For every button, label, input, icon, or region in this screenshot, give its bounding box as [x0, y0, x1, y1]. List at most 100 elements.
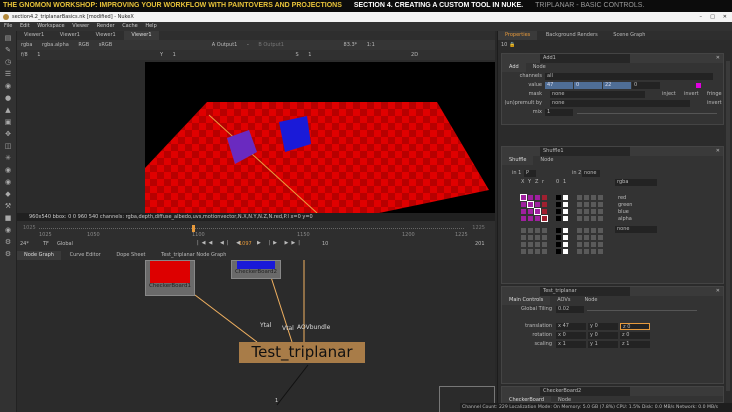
translation-y[interactable]: y 0 — [588, 323, 618, 330]
shuffle-cell[interactable] — [577, 249, 582, 254]
node-test-triplanar[interactable]: Test_triplanar — [239, 342, 365, 363]
properties-scrollbar[interactable] — [726, 61, 730, 391]
shuffle-cell[interactable] — [598, 228, 603, 233]
translation-x[interactable]: x 47 — [556, 323, 586, 330]
shuffle-cell[interactable] — [591, 202, 596, 207]
shuffle-cell[interactable] — [591, 235, 596, 240]
shuffle-cell[interactable] — [591, 195, 596, 200]
shuffle-cell[interactable] — [535, 195, 540, 200]
playhead[interactable] — [192, 225, 195, 232]
shuffle-cell[interactable] — [542, 235, 547, 240]
settings-tool-icon[interactable]: ⚙ — [3, 250, 14, 259]
furnace-tool-icon[interactable]: ◉ — [3, 226, 14, 235]
shuffle-cell[interactable] — [535, 228, 540, 233]
shuffle-cell[interactable] — [521, 228, 526, 233]
tf-select[interactable]: TF — [43, 241, 49, 247]
value-a[interactable]: 0 — [632, 82, 660, 89]
node-name-field[interactable]: Shuffle1 — [540, 147, 630, 156]
in1-select[interactable]: P — [524, 170, 536, 177]
menu-edit[interactable]: Edit — [20, 23, 30, 29]
inject-checkbox[interactable]: inject — [662, 90, 676, 99]
tab-node[interactable]: Node — [526, 63, 553, 72]
current-frame[interactable]: 1097 — [239, 241, 252, 247]
tab-viewer1-d[interactable]: Viewer1 — [124, 31, 159, 40]
close-panel-icon[interactable]: ✕ — [716, 287, 720, 296]
rotation-z[interactable]: z 0 — [620, 332, 650, 339]
shuffle-cell[interactable] — [598, 209, 603, 214]
tab-main-controls[interactable]: Main Controls — [502, 296, 551, 305]
close-panel-icon[interactable]: ✕ — [716, 54, 720, 63]
shuffle-cell[interactable] — [598, 202, 603, 207]
tab-properties[interactable]: Properties — [498, 31, 538, 40]
shuffle-cell[interactable] — [521, 235, 526, 240]
shuffle-cell[interactable] — [591, 242, 596, 247]
in2-select[interactable]: none — [582, 170, 600, 177]
lock-icon[interactable]: 🔒 — [509, 42, 515, 48]
display-select[interactable]: RGB — [78, 42, 89, 48]
viewer-canvas[interactable] — [17, 60, 495, 213]
channel-tool-icon[interactable]: ☰ — [3, 70, 14, 79]
shuffle-cell[interactable] — [563, 235, 568, 240]
tab-add[interactable]: Add — [502, 63, 526, 72]
menu-cache[interactable]: Cache — [122, 23, 138, 29]
shuffle-cell[interactable] — [591, 209, 596, 214]
frame-count[interactable]: 201 — [475, 241, 485, 247]
other-tool-icon[interactable]: ■ — [3, 214, 14, 223]
shuffle-cell[interactable] — [521, 202, 526, 207]
frame-step[interactable]: 10 — [322, 241, 328, 247]
invert-premult-checkbox[interactable]: invert — [707, 99, 722, 108]
ocula-tool-icon[interactable]: ⚙ — [3, 238, 14, 247]
tab-scene-graph[interactable]: Scene Graph — [606, 31, 652, 40]
shuffle-cell[interactable] — [556, 209, 561, 214]
shuffle-cell[interactable] — [521, 249, 526, 254]
shuffle-cell[interactable] — [528, 242, 533, 247]
menu-render[interactable]: Render — [97, 23, 115, 29]
shuffle-cell[interactable] — [598, 235, 603, 240]
shuffle-cell[interactable] — [528, 228, 533, 233]
shuffle-cell[interactable] — [584, 249, 589, 254]
viewer-zoom[interactable]: 83.3* — [344, 42, 358, 48]
draw-tool-icon[interactable]: ✎ — [3, 46, 14, 55]
tab-viewer1-a[interactable]: Viewer1 — [17, 31, 51, 40]
shuffle-cell[interactable] — [542, 209, 547, 214]
output1-layer-select[interactable]: rgba — [615, 179, 657, 186]
shuffle-cell[interactable] — [584, 216, 589, 221]
rotation-y[interactable]: y 0 — [588, 332, 618, 339]
shuffle-cell[interactable] — [598, 195, 603, 200]
time-tool-icon[interactable]: ◷ — [3, 58, 14, 67]
shuffle-cell[interactable] — [563, 195, 568, 200]
shuffle-cell[interactable] — [541, 215, 548, 222]
shuffle-cell[interactable] — [534, 208, 541, 215]
close-panel-icon[interactable]: ✕ — [716, 147, 720, 156]
fringe-checkbox[interactable]: fringe — [707, 90, 722, 99]
shuffle-cell[interactable] — [563, 242, 568, 247]
pixel-ratio[interactable]: 1:1 — [367, 42, 375, 48]
views-tool-icon[interactable]: ◉ — [3, 178, 14, 187]
particles-tool-icon[interactable]: ✳ — [3, 154, 14, 163]
node-name-field[interactable]: Test_triplanar — [540, 287, 630, 296]
input-b-select[interactable]: B Output1 — [258, 42, 284, 48]
shuffle-cell[interactable] — [584, 228, 589, 233]
shuffle-cell[interactable] — [584, 195, 589, 200]
shuffle-cell[interactable] — [577, 202, 582, 207]
shuffle-cell[interactable] — [542, 228, 547, 233]
shuffle-matrix[interactable] — [502, 192, 725, 282]
shuffle-cell[interactable] — [556, 235, 561, 240]
shuffle-cell[interactable] — [577, 216, 582, 221]
node-name-field[interactable]: CheckerBoard2 — [540, 387, 630, 396]
value-g[interactable]: 0 — [574, 82, 602, 89]
shuffle-cell[interactable] — [563, 228, 568, 233]
shuffle-cell[interactable] — [584, 209, 589, 214]
channels-select[interactable]: rgba — [21, 42, 32, 48]
shuffle-cell[interactable] — [598, 216, 603, 221]
merge-tool-icon[interactable]: ▣ — [3, 118, 14, 127]
shuffle-cell[interactable] — [577, 242, 582, 247]
shuffle-cell[interactable] — [584, 202, 589, 207]
metadata-tool-icon[interactable]: ◆ — [3, 190, 14, 199]
shuffle-cell[interactable] — [535, 249, 540, 254]
output2-layer-select[interactable]: none — [615, 226, 657, 233]
shuffle-cell[interactable] — [577, 235, 582, 240]
tab-node[interactable]: Node — [533, 156, 560, 165]
shuffle-cell[interactable] — [521, 242, 526, 247]
input-a-select[interactable]: A Output1 — [212, 42, 238, 48]
